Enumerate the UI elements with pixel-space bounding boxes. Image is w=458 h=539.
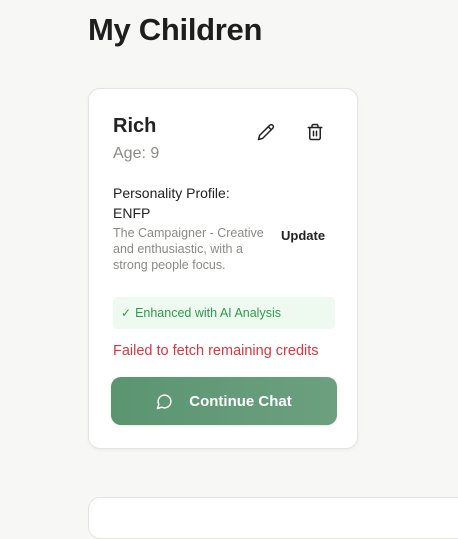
pencil-icon xyxy=(257,123,275,141)
child-card: Rich Age: 9 Personality Profile: ENFP Th… xyxy=(88,88,358,449)
update-profile-button[interactable]: Update xyxy=(281,228,325,243)
continue-chat-label: Continue Chat xyxy=(189,392,292,410)
credits-error-message: Failed to fetch remaining credits xyxy=(113,343,319,359)
check-icon: ✓ xyxy=(121,306,132,320)
delete-child-button[interactable] xyxy=(304,121,326,143)
profile-type: ENFP xyxy=(113,205,151,221)
profile-description: The Campaigner - Creative and enthusiast… xyxy=(113,226,264,272)
ai-badge-label: Enhanced with AI Analysis xyxy=(135,306,281,320)
trash-icon xyxy=(307,123,323,141)
next-child-card xyxy=(88,497,458,539)
ai-analysis-badge: ✓ Enhanced with AI Analysis xyxy=(113,297,335,329)
child-age: Age: 9 xyxy=(113,145,160,162)
chat-bubble-icon xyxy=(156,393,173,410)
page-title: My Children xyxy=(88,12,263,47)
child-name: Rich xyxy=(113,115,157,137)
edit-child-button[interactable] xyxy=(255,121,277,143)
profile-label: Personality Profile: xyxy=(113,185,230,201)
continue-chat-button[interactable]: Continue Chat xyxy=(111,377,337,425)
personality-profile: Personality Profile: ENFP xyxy=(113,183,263,223)
